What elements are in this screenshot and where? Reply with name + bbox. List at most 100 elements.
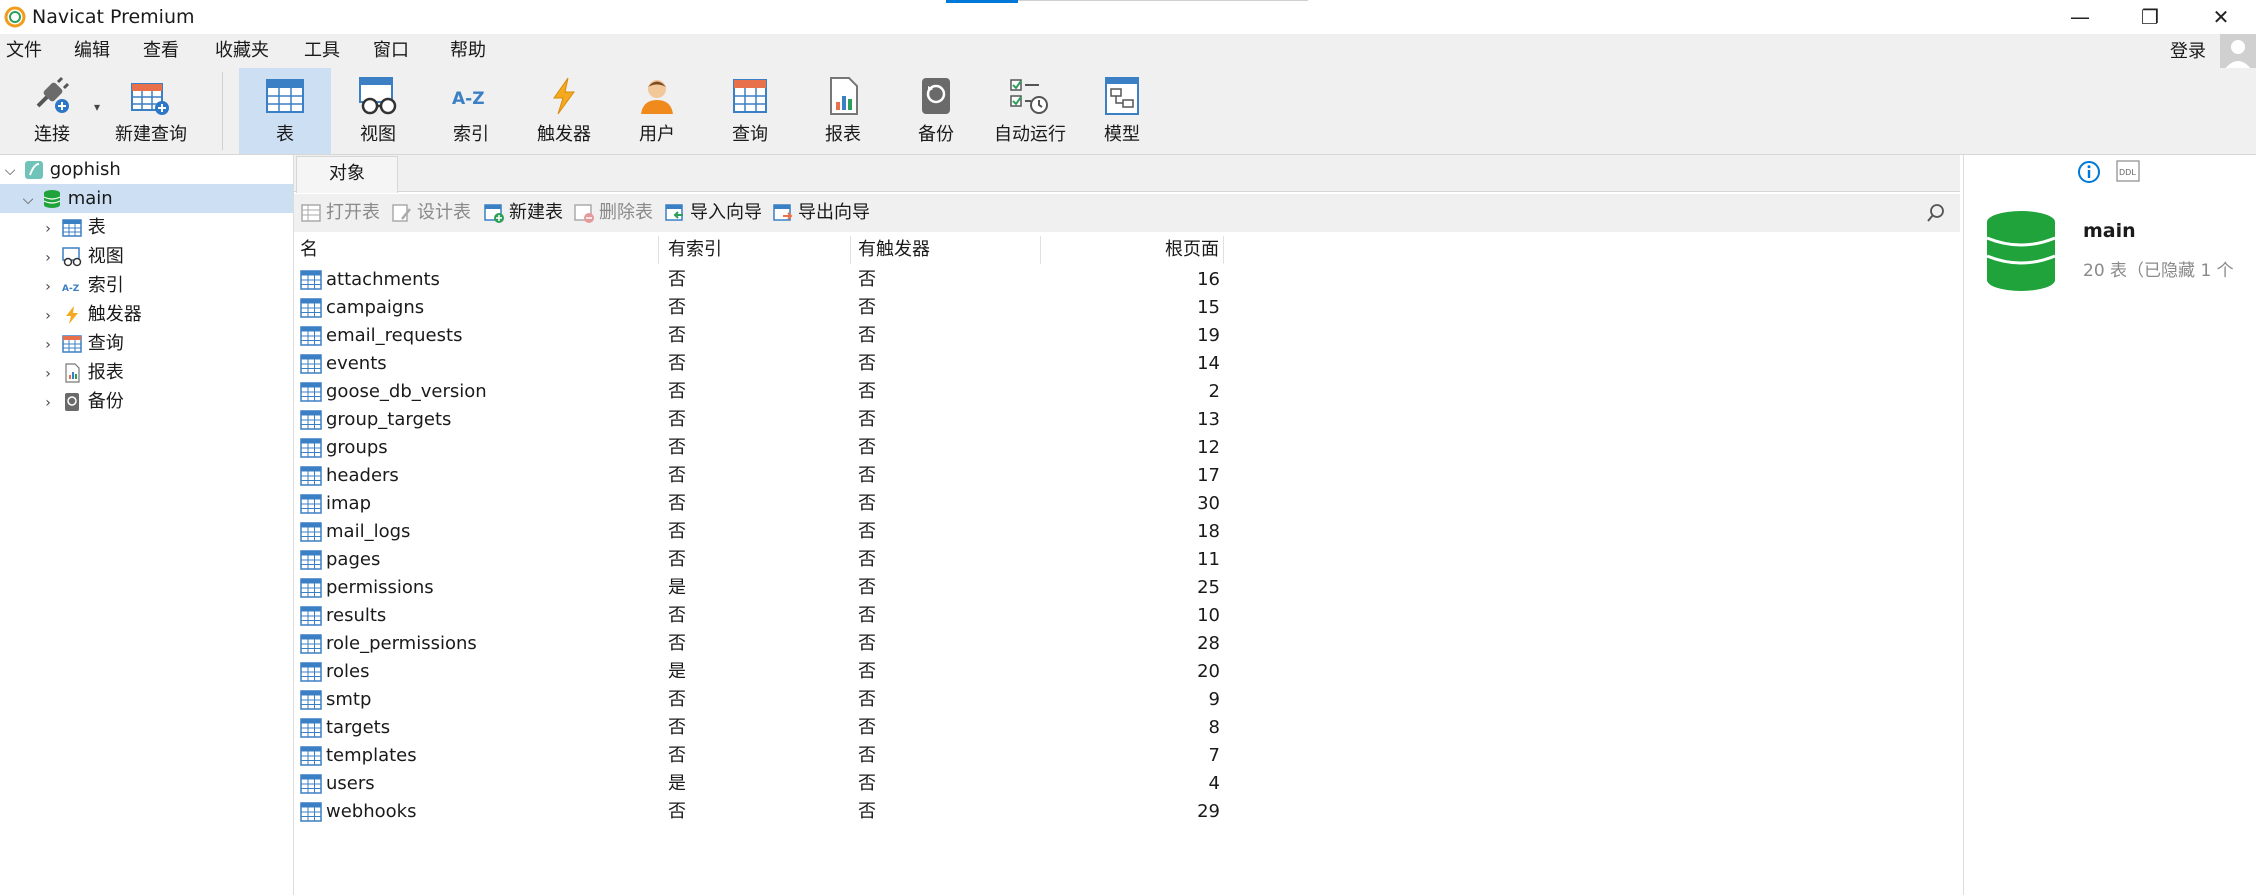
table-row[interactable]: results 否 否 10 (296, 602, 1230, 630)
tree-item-tables[interactable]: › 表 (0, 213, 293, 242)
search-icon[interactable] (1925, 202, 1947, 224)
table-row[interactable]: campaigns 否 否 15 (296, 294, 1230, 322)
report-tool-label: 报表 (825, 124, 861, 145)
chevron-right-icon[interactable]: › (40, 215, 56, 244)
import-wizard-button[interactable]: 导入向导 (665, 198, 762, 228)
connect-dropdown-icon[interactable]: ▾ (94, 100, 100, 114)
cell-has-trigger: 否 (858, 661, 876, 682)
table-icon (300, 802, 322, 822)
table-row[interactable]: email_requests 否 否 19 (296, 322, 1230, 350)
backup-tool-button[interactable]: 备份 (890, 68, 982, 154)
cell-has-index: 否 (668, 549, 686, 570)
table-row[interactable]: webhooks 否 否 29 (296, 798, 1230, 826)
cell-root-page: 18 (1197, 521, 1220, 542)
table-row[interactable]: users 是 否 4 (296, 770, 1230, 798)
table-row[interactable]: roles 是 否 20 (296, 658, 1230, 686)
close-button[interactable]: ✕ (2186, 0, 2256, 34)
minimize-button[interactable]: — (2045, 0, 2115, 34)
export-wizard-button[interactable]: 导出向导 (773, 198, 870, 228)
automation-tool-button[interactable]: 自动运行 (983, 68, 1077, 154)
table-row[interactable]: mail_logs 否 否 18 (296, 518, 1230, 546)
tree-item-reports[interactable]: › 报表 (0, 358, 293, 387)
model-tool-button[interactable]: 模型 (1076, 68, 1168, 154)
table-row[interactable]: headers 否 否 17 (296, 462, 1230, 490)
table-row[interactable]: permissions 是 否 25 (296, 574, 1230, 602)
user-tool-button[interactable]: 用户 (611, 68, 703, 154)
table-row[interactable]: imap 否 否 30 (296, 490, 1230, 518)
chevron-right-icon[interactable]: › (40, 302, 56, 331)
view-tool-button[interactable]: 视图 (332, 68, 424, 154)
table-icon (300, 466, 322, 486)
table-row[interactable]: goose_db_version 否 否 2 (296, 378, 1230, 406)
menu-tools[interactable]: 工具 (304, 36, 340, 66)
table-row[interactable]: role_permissions 否 否 28 (296, 630, 1230, 658)
table-row[interactable]: pages 否 否 11 (296, 546, 1230, 574)
index-tool-button[interactable]: A-Z 索引 (425, 68, 517, 154)
tree-item-indexes[interactable]: › A-Z 索引 (0, 271, 293, 300)
chevron-right-icon[interactable]: › (40, 331, 56, 360)
menu-view[interactable]: 查看 (143, 36, 179, 66)
cell-table-name: imap (326, 493, 371, 514)
chevron-right-icon[interactable]: › (40, 273, 56, 302)
table-row[interactable]: group_targets 否 否 13 (296, 406, 1230, 434)
tree-item-views[interactable]: › 视图 (0, 242, 293, 271)
user-avatar-icon[interactable] (2220, 34, 2256, 70)
chevron-down-icon[interactable]: ⌵ (20, 186, 36, 215)
menu-file[interactable]: 文件 (6, 36, 42, 66)
ddl-icon[interactable]: DDL (2116, 160, 2140, 182)
tree-item-triggers[interactable]: › 触发器 (0, 300, 293, 329)
cell-root-page: 17 (1197, 465, 1220, 486)
open-table-button[interactable]: 打开表 (301, 198, 380, 228)
table-row[interactable]: smtp 否 否 9 (296, 686, 1230, 714)
menu-edit[interactable]: 编辑 (74, 36, 110, 66)
chevron-right-icon[interactable]: › (40, 389, 56, 418)
delete-table-label: 删除表 (599, 202, 653, 223)
menu-window[interactable]: 窗口 (373, 36, 409, 66)
menu-favorites[interactable]: 收藏夹 (215, 36, 269, 66)
table-tool-button[interactable]: 表 (239, 68, 331, 154)
chevron-down-icon[interactable]: ⌵ (2, 157, 18, 186)
tree-item-label: 报表 (87, 362, 124, 383)
delete-table-button[interactable]: 删除表 (574, 198, 653, 228)
chevron-right-icon[interactable]: › (40, 244, 56, 273)
query-tool-button[interactable]: 查询 (704, 68, 796, 154)
new-table-button[interactable]: 新建表 (484, 198, 563, 228)
cell-has-index: 否 (668, 325, 686, 346)
query-icon (61, 335, 82, 353)
table-row[interactable]: groups 否 否 12 (296, 434, 1230, 462)
connect-button[interactable]: 连接 (6, 68, 98, 154)
navicat-logo-icon (4, 6, 26, 28)
restore-button[interactable]: ❐ (2115, 0, 2185, 34)
cell-root-page: 2 (1208, 381, 1220, 402)
column-header-has-trigger[interactable]: 有触发器 (858, 236, 1041, 264)
user-tool-label: 用户 (639, 124, 675, 145)
menu-help[interactable]: 帮助 (450, 36, 486, 66)
column-header-root-page[interactable]: 根页面 (1042, 236, 1224, 264)
design-table-button[interactable]: 设计表 (392, 198, 471, 228)
column-header-name[interactable]: 名 (300, 236, 659, 264)
trigger-tool-button[interactable]: 触发器 (518, 68, 610, 154)
column-header-has-index[interactable]: 有索引 (668, 236, 851, 264)
cell-has-index: 否 (668, 353, 686, 374)
report-tool-button[interactable]: 报表 (797, 68, 889, 154)
cell-table-name: groups (326, 437, 388, 458)
new-query-button[interactable]: 新建查询 (104, 68, 198, 154)
tree-item-backups[interactable]: › 备份 (0, 387, 293, 416)
tree-item-label: 查询 (87, 333, 124, 354)
tree-database-main[interactable]: ⌵ main (0, 184, 293, 213)
table-row[interactable]: targets 否 否 8 (296, 714, 1230, 742)
info-icon[interactable] (2077, 160, 2101, 184)
tree-connection-gophish[interactable]: ⌵ gophish (0, 155, 293, 184)
cell-table-name: results (326, 605, 387, 626)
table-row[interactable]: events 否 否 14 (296, 350, 1230, 378)
tree-item-queries[interactable]: › 查询 (0, 329, 293, 358)
table-row[interactable]: attachments 否 否 16 (296, 266, 1230, 294)
login-link[interactable]: 登录 (2170, 38, 2206, 66)
cell-table-name: templates (326, 745, 417, 766)
delete-table-icon (574, 204, 594, 223)
tab-objects[interactable]: 对象 (296, 156, 398, 193)
cell-has-trigger: 否 (858, 269, 876, 290)
open-table-label: 打开表 (326, 202, 380, 223)
table-row[interactable]: templates 否 否 7 (296, 742, 1230, 770)
chevron-right-icon[interactable]: › (40, 360, 56, 389)
